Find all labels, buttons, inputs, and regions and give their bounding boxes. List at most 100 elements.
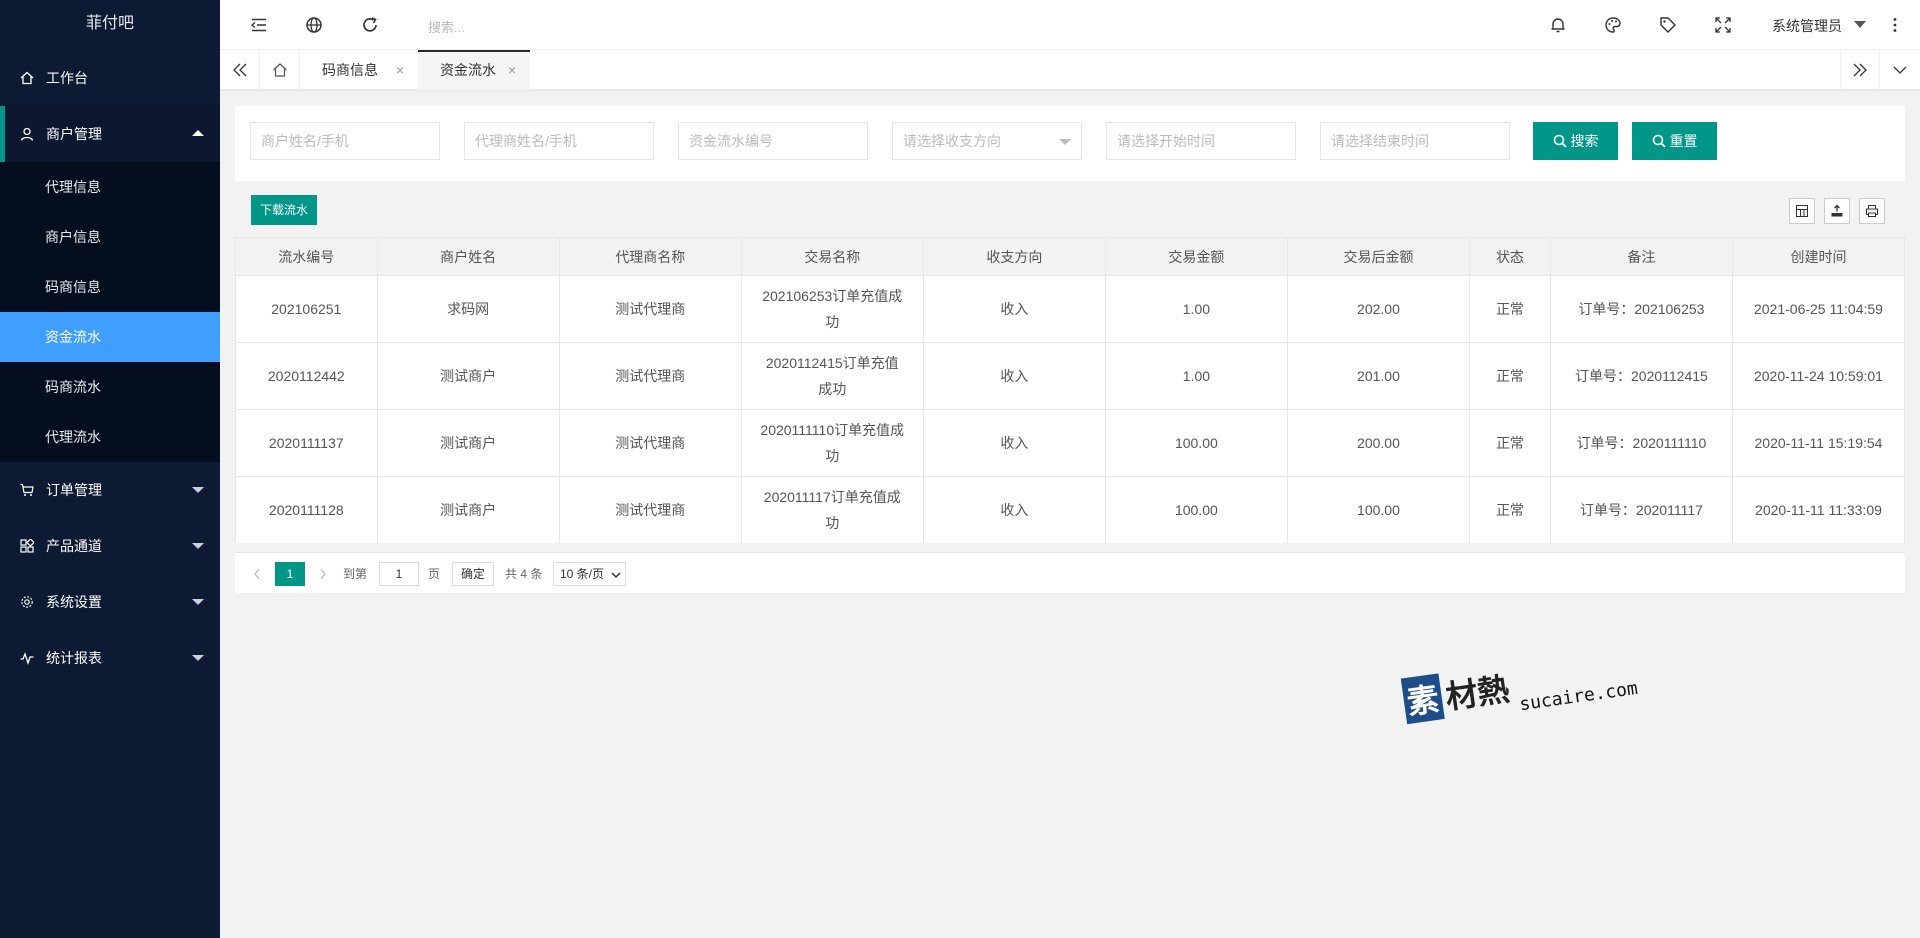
tabs-scroll-right-button[interactable] <box>1840 50 1880 90</box>
pagination: 1 到第 1 页 确定 共 4 条 10 条/页 <box>235 553 1905 593</box>
table-cell: 订单号：202106253 <box>1549 275 1733 343</box>
fullscreen-icon[interactable] <box>1714 16 1732 34</box>
search-button[interactable]: 搜索 <box>1533 122 1618 160</box>
table-toolbar <box>235 187 1905 237</box>
sidebar-item-workbench[interactable]: 工作台 <box>0 50 220 106</box>
table-cell: 1.00 <box>1104 342 1288 410</box>
header-search-input[interactable]: 搜索... <box>428 17 465 36</box>
table-cell: 订单号：2020112415 <box>1549 342 1733 410</box>
table-scroll-stub <box>235 543 1905 553</box>
cart-icon <box>20 483 34 497</box>
export-button[interactable] <box>1824 198 1850 224</box>
column-header[interactable]: 流水编号 <box>235 237 378 276</box>
prev-page-icon[interactable] <box>252 562 262 594</box>
column-header[interactable]: 创建时间 <box>1731 237 1906 276</box>
sidebar-item-fund-flow[interactable]: 资金流水 <box>0 312 220 362</box>
sidebar-item-label: 订单管理 <box>46 482 102 498</box>
columns-icon <box>1796 205 1808 217</box>
column-header[interactable]: 收支方向 <box>922 237 1106 276</box>
submenu-merchant: 代理信息 商户信息 码商信息 资金流水 码商流水 代理流水 <box>0 162 220 462</box>
sidebar-item-system-settings[interactable]: 系统设置 <box>0 574 220 630</box>
print-button[interactable] <box>1859 198 1885 224</box>
user-menu[interactable]: 系统管理员 <box>1772 16 1842 36</box>
table-cell: 2020112415订单充值成功 <box>740 342 924 410</box>
page-1-button[interactable]: 1 <box>275 562 305 586</box>
double-chevron-left-icon <box>232 63 246 77</box>
page-size-label: 10 条/页 <box>560 567 605 581</box>
sidebar-item-merchant-info[interactable]: 商户信息 <box>0 212 220 262</box>
sidebar-item-merchant-mgmt[interactable]: 商户管理 <box>0 106 220 162</box>
tab-label: 资金流水 <box>440 62 496 78</box>
search-icon <box>1652 134 1666 148</box>
more-vertical-icon[interactable] <box>1886 16 1904 34</box>
merchant-input[interactable]: 商户姓名/手机 <box>250 122 440 160</box>
table-cell: 2020111110订单充值成功 <box>740 409 924 477</box>
sidebar-item-stat-report[interactable]: 统计报表 <box>0 630 220 686</box>
column-header[interactable]: 交易名称 <box>740 237 924 276</box>
table-cell: 收入 <box>922 275 1106 343</box>
table-cell: 订单号：2020111110 <box>1549 409 1733 477</box>
column-header[interactable]: 状态 <box>1468 237 1551 276</box>
sidebar-item-agent-flow[interactable]: 代理流水 <box>0 412 220 462</box>
table-cell: 测试商户 <box>376 409 560 477</box>
table-cell: 202011117订单充值成功 <box>740 476 924 544</box>
direction-select[interactable]: 请选择收支方向 <box>892 122 1082 160</box>
tab-fund-flow[interactable]: 资金流水 × <box>418 50 530 90</box>
column-header[interactable]: 商户姓名 <box>376 237 560 276</box>
reset-button[interactable]: 重置 <box>1632 122 1717 160</box>
sidebar-item-label: 商户管理 <box>46 126 102 142</box>
columns-filter-button[interactable] <box>1789 198 1815 224</box>
refresh-icon[interactable] <box>361 16 379 34</box>
palette-icon[interactable] <box>1604 16 1622 34</box>
table-cell: 2020-11-24 10:59:01 <box>1731 342 1906 410</box>
tag-icon[interactable] <box>1659 16 1677 34</box>
table-row[interactable]: 2020111128 测试商户 测试代理商 202011117订单充值成功 收入… <box>235 476 1906 544</box>
table-cell: 2020-11-11 11:33:09 <box>1731 476 1906 544</box>
column-header[interactable]: 备注 <box>1549 237 1733 276</box>
download-flow-button[interactable]: 下载流水 <box>251 195 317 225</box>
agent-input[interactable]: 代理商姓名/手机 <box>464 122 654 160</box>
table-cell: 正常 <box>1468 476 1551 544</box>
sidebar-item-product-channel[interactable]: 产品通道 <box>0 518 220 574</box>
close-icon[interactable]: × <box>508 52 516 88</box>
tabs-dropdown-button[interactable] <box>1880 50 1920 90</box>
bell-icon[interactable] <box>1549 16 1567 34</box>
tab-home[interactable] <box>260 50 300 90</box>
sidebar-item-agent-info[interactable]: 代理信息 <box>0 162 220 212</box>
tab-label: 码商信息 <box>322 62 378 78</box>
table-cell: 测试商户 <box>376 476 560 544</box>
table-cell: 收入 <box>922 409 1106 477</box>
menu-fold-icon[interactable] <box>250 16 268 34</box>
column-header[interactable]: 交易后金额 <box>1286 237 1470 276</box>
table-row[interactable]: 202106251 求码网 测试代理商 202106253订单充值成功 收入 1… <box>235 275 1906 343</box>
table-cell: 求码网 <box>376 275 560 343</box>
table-cell: 测试代理商 <box>558 409 742 477</box>
table-row[interactable]: 2020111137 测试商户 测试代理商 2020111110订单充值成功 收… <box>235 409 1906 477</box>
globe-icon[interactable] <box>305 16 323 34</box>
sidebar-item-order-mgmt[interactable]: 订单管理 <box>0 462 220 518</box>
sidebar-item-code-merchant-flow[interactable]: 码商流水 <box>0 362 220 412</box>
table-cell: 100.00 <box>1104 409 1288 477</box>
goto-confirm-button[interactable]: 确定 <box>452 562 494 586</box>
end-time-input[interactable]: 请选择结束时间 <box>1320 122 1510 160</box>
flow-no-input[interactable]: 资金流水编号 <box>678 122 868 160</box>
goto-label: 到第 <box>343 567 368 581</box>
tabs-scroll-left-button[interactable] <box>220 50 260 90</box>
table-row[interactable]: 2020112442 测试商户 测试代理商 2020112415订单充值成功 收… <box>235 342 1906 410</box>
column-header[interactable]: 交易金额 <box>1104 237 1288 276</box>
reset-button-label: 重置 <box>1669 133 1698 149</box>
table-cell: 201.00 <box>1286 342 1470 410</box>
close-icon[interactable]: × <box>396 50 404 90</box>
goto-page-input[interactable]: 1 <box>379 562 419 586</box>
table-cell: 订单号：202011117 <box>1549 476 1733 544</box>
start-time-input[interactable]: 请选择开始时间 <box>1106 122 1296 160</box>
tab-code-merchant-info[interactable]: 码商信息 × <box>300 50 415 90</box>
column-header[interactable]: 代理商名称 <box>558 237 742 276</box>
table-cell: 2020-11-11 15:19:54 <box>1731 409 1906 477</box>
sidebar-item-code-merchant-info[interactable]: 码商信息 <box>0 262 220 312</box>
page-size-select[interactable]: 10 条/页 <box>553 562 626 586</box>
table-cell: 收入 <box>922 476 1106 544</box>
next-page-icon[interactable] <box>318 562 328 594</box>
table-cell: 2020112442 <box>235 342 378 410</box>
caret-down-icon <box>1059 139 1071 145</box>
